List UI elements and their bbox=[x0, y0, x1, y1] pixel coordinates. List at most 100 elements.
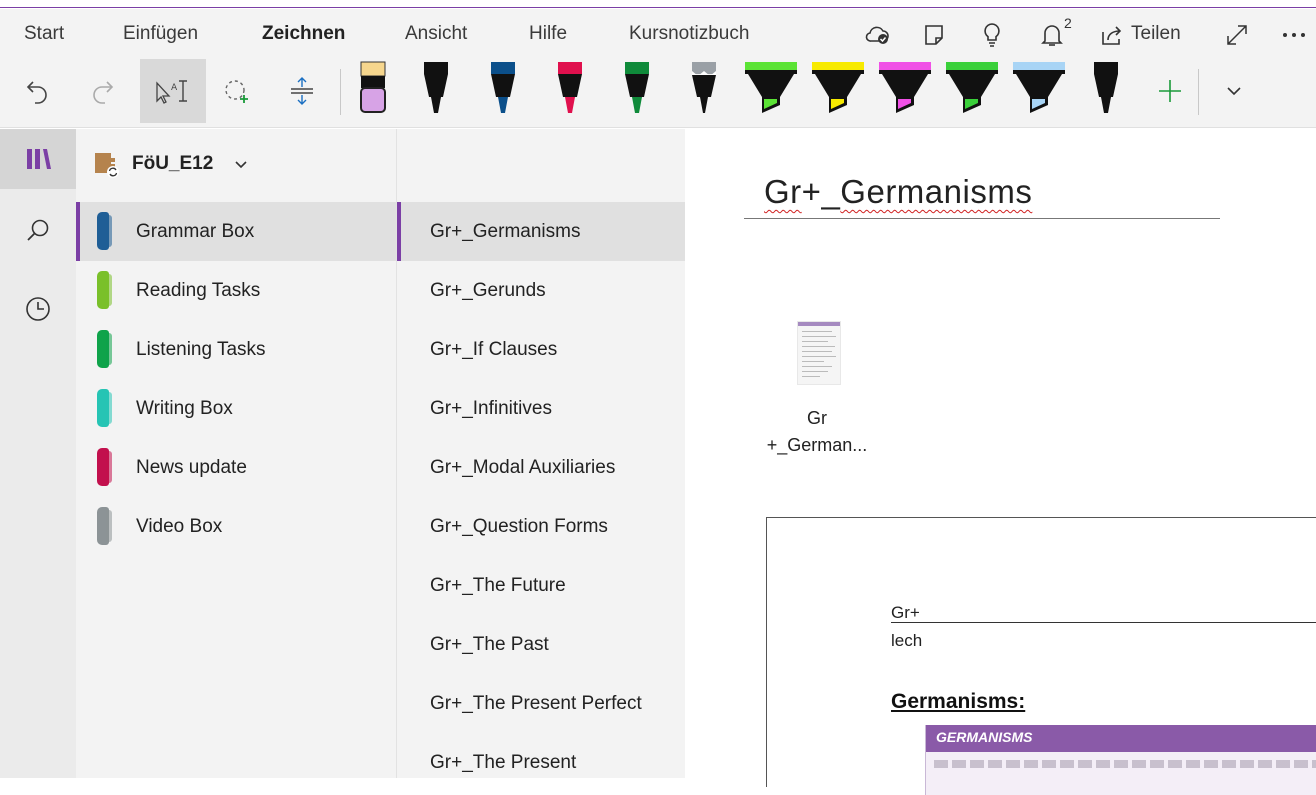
drawing-toolbar: A bbox=[0, 55, 1316, 128]
section-color-tab-icon bbox=[97, 271, 112, 309]
more-options-icon[interactable] bbox=[1280, 21, 1308, 49]
page-item[interactable]: Gr+_The Future bbox=[397, 556, 686, 615]
recent-clock-icon[interactable] bbox=[0, 279, 76, 339]
section-item[interactable]: Video Box bbox=[76, 497, 396, 556]
page-canvas[interactable]: Gr+_Germanisms Gr +_German... Gr+ lech G… bbox=[685, 129, 1316, 795]
tab-zeichnen[interactable]: Zeichnen bbox=[262, 23, 346, 60]
tab-einfuegen[interactable]: Einfügen bbox=[123, 23, 198, 45]
pen-black-2-tool[interactable] bbox=[1091, 59, 1121, 128]
share-button[interactable]: Teilen bbox=[1131, 23, 1181, 45]
svg-text:A: A bbox=[171, 83, 178, 93]
navigation-rail bbox=[0, 129, 76, 778]
page-label: Gr+_Question Forms bbox=[430, 516, 608, 537]
section-color-tab-icon bbox=[97, 212, 112, 250]
page-item[interactable]: Gr+_The Past bbox=[397, 615, 686, 674]
section-label: Writing Box bbox=[136, 398, 233, 419]
highlighter-green-tool[interactable] bbox=[744, 59, 798, 128]
redo-button[interactable] bbox=[72, 59, 132, 123]
section-color-tab-icon bbox=[97, 389, 112, 427]
page-item[interactable]: Gr+_Infinitives bbox=[397, 379, 686, 438]
highlighter-yellow-tool[interactable] bbox=[811, 59, 865, 128]
window-top-edge bbox=[0, 0, 1316, 8]
tab-start[interactable]: Start bbox=[24, 23, 64, 45]
section-item[interactable]: Grammar Box bbox=[76, 202, 396, 261]
section-label: Reading Tasks bbox=[136, 280, 261, 301]
page-label: Gr+_The Future bbox=[430, 575, 566, 596]
share-icon[interactable] bbox=[1098, 21, 1126, 49]
lightbulb-icon[interactable] bbox=[978, 21, 1006, 49]
sticky-note-icon[interactable] bbox=[920, 21, 948, 49]
printout-heading: Germanisms: bbox=[891, 690, 1026, 713]
notebook-title[interactable]: FöU_E12 bbox=[132, 153, 213, 175]
section-label: Grammar Box bbox=[136, 221, 255, 242]
toolbar-divider bbox=[340, 69, 341, 115]
printout-gr-label: Gr+ bbox=[891, 603, 920, 622]
page-label: Gr+_The Present bbox=[430, 752, 577, 773]
attachment-thumbnail[interactable] bbox=[797, 321, 841, 385]
section-item[interactable]: News update bbox=[76, 438, 396, 497]
page-item[interactable]: Gr+_The Present bbox=[397, 733, 686, 792]
page-item[interactable]: Gr+_Question Forms bbox=[397, 497, 686, 556]
tab-ansicht[interactable]: Ansicht bbox=[405, 23, 467, 45]
page-item[interactable]: Gr+_If Clauses bbox=[397, 320, 686, 379]
pen-blue-tool[interactable] bbox=[488, 59, 518, 128]
printout-scanned-box: GERMANISMS bbox=[925, 725, 1316, 795]
tab-kursnotizbuch[interactable]: Kursnotizbuch bbox=[629, 23, 749, 45]
highlighter-pink-tool[interactable] bbox=[878, 59, 932, 128]
highlighter-lightblue-tool[interactable] bbox=[1012, 59, 1066, 128]
notifications-bell-icon[interactable] bbox=[1038, 21, 1066, 49]
section-color-tab-icon bbox=[97, 507, 112, 545]
printout-box-title: GERMANISMS bbox=[936, 729, 1033, 745]
expand-toolbar-chevron-icon[interactable] bbox=[1204, 59, 1264, 123]
page-title[interactable]: Gr+_Germanisms bbox=[764, 173, 1032, 211]
page-item[interactable]: Gr+_Germanisms bbox=[397, 202, 686, 261]
printout-box-header: GERMANISMS bbox=[926, 725, 1316, 752]
chevron-down-icon[interactable] bbox=[234, 157, 248, 175]
section-label: Listening Tasks bbox=[136, 339, 266, 360]
file-printout[interactable]: Gr+ lech Germanisms: GERMANISMS bbox=[766, 517, 1316, 795]
highlighter-lime-tool[interactable] bbox=[945, 59, 999, 128]
section-item[interactable]: Listening Tasks bbox=[76, 320, 396, 379]
fullscreen-expand-icon[interactable] bbox=[1223, 21, 1251, 49]
pages-panel: Gr+_Germanisms Gr+_Gerunds Gr+_If Clauses G… bbox=[396, 129, 686, 778]
section-color-tab-icon bbox=[97, 448, 112, 486]
search-icon[interactable] bbox=[0, 201, 76, 261]
sync-cloud-icon[interactable] bbox=[864, 21, 892, 49]
page-item[interactable]: Gr+_Gerunds bbox=[397, 261, 686, 320]
section-label: Video Box bbox=[136, 516, 223, 537]
page-label: Gr+_If Clauses bbox=[430, 339, 558, 360]
toolbar-divider-2 bbox=[1198, 69, 1199, 115]
page-label: Gr+_Modal Auxiliaries bbox=[430, 457, 616, 478]
lasso-text-select-tool[interactable]: A bbox=[140, 59, 206, 123]
insert-space-tool[interactable] bbox=[272, 59, 332, 123]
printout-rule bbox=[891, 622, 1316, 623]
tab-hilfe[interactable]: Hilfe bbox=[529, 23, 567, 45]
page-label: Gr+_Germanisms bbox=[430, 221, 581, 242]
section-label: News update bbox=[136, 457, 247, 478]
title-underline bbox=[744, 218, 1220, 219]
pen-green-tool[interactable] bbox=[622, 59, 652, 128]
page-item[interactable]: Gr+_Modal Auxiliaries bbox=[397, 438, 686, 497]
sections-panel: FöU_E12 Grammar Box Reading Tasks Listenin… bbox=[76, 129, 654, 778]
page-label: Gr+_The Present Perfect bbox=[430, 693, 642, 714]
pen-red-tool[interactable] bbox=[555, 59, 585, 128]
printout-box-text bbox=[934, 760, 1316, 768]
ribbon-tabs: Start Einfügen Zeichnen Ansicht Hilfe Ku… bbox=[0, 9, 1316, 60]
lasso-select-tool[interactable] bbox=[208, 59, 268, 123]
page-label: Gr+_Infinitives bbox=[430, 398, 552, 419]
page-item[interactable]: Gr+_The Present Perfect bbox=[397, 674, 686, 733]
page-label: Gr+_The Past bbox=[430, 634, 549, 655]
undo-button[interactable] bbox=[8, 59, 68, 123]
eraser-tool[interactable] bbox=[358, 59, 388, 128]
attachment-filename[interactable]: Gr +_German... bbox=[747, 405, 887, 459]
section-color-tab-icon bbox=[97, 330, 112, 368]
notebook-sync-icon bbox=[93, 150, 123, 185]
notification-count: 2 bbox=[1064, 15, 1072, 31]
section-item[interactable]: Writing Box bbox=[76, 379, 396, 438]
pen-black-1-tool[interactable] bbox=[421, 59, 451, 128]
add-pen-button[interactable] bbox=[1140, 59, 1200, 123]
section-item[interactable]: Reading Tasks bbox=[76, 261, 396, 320]
pen-galaxy-tool[interactable] bbox=[689, 59, 719, 128]
page-label: Gr+_Gerunds bbox=[430, 280, 546, 301]
notebooks-button[interactable] bbox=[0, 129, 76, 189]
